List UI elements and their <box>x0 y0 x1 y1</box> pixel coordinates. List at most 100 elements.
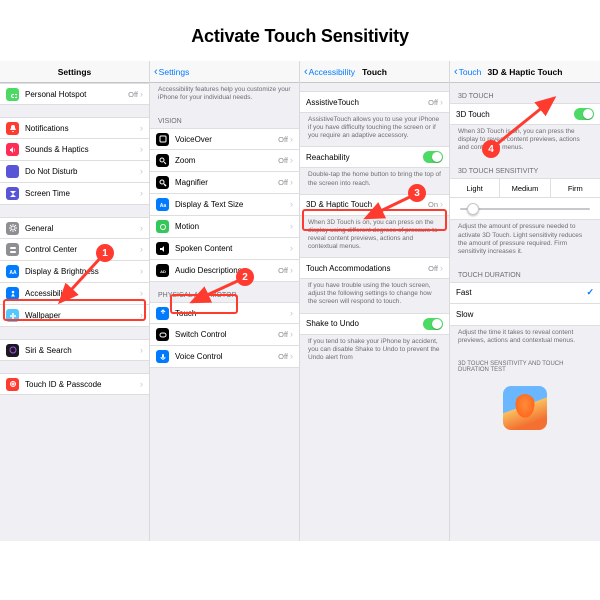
row-touch-accommodations[interactable]: Touch Accommodations Off › <box>300 257 449 279</box>
row-screen-time[interactable]: Screen Time› <box>0 183 149 205</box>
chevron-right-icon: › <box>140 380 143 389</box>
checkmark-icon: ✓ <box>586 287 594 298</box>
row-assistivetouch[interactable]: AssistiveTouch Off › <box>300 91 449 113</box>
sound-icon <box>6 143 19 156</box>
chevron-right-icon: › <box>290 244 293 253</box>
bell-icon <box>6 122 19 135</box>
chevron-left-icon: ‹ <box>154 67 158 78</box>
chevron-right-icon: › <box>290 156 293 165</box>
back-button[interactable]: ‹Accessibility <box>304 61 355 83</box>
row-control-center[interactable]: Control Center› <box>0 239 149 261</box>
header-sensitivity: 3D TOUCH SENSITIVITY <box>450 158 600 178</box>
note-touch-accommodations: If you have trouble using the touch scre… <box>300 279 449 312</box>
row-notifications[interactable]: Notifications› <box>0 117 149 139</box>
chevron-right-icon: › <box>440 264 443 273</box>
chevron-right-icon: › <box>140 124 143 133</box>
chevron-left-icon: ‹ <box>454 67 458 78</box>
motion-icon <box>156 220 169 233</box>
voice-icon <box>156 350 169 363</box>
row-3d-touch-toggle[interactable]: 3D Touch <box>450 103 600 125</box>
row-display-text-size[interactable]: AaDisplay & Text Size› <box>150 194 299 216</box>
note-sensitivity: Adjust the amount of pressure needed to … <box>450 220 600 262</box>
row-voiceover[interactable]: VoiceOverOff› <box>150 128 299 150</box>
svg-text:AA: AA <box>9 270 17 276</box>
row-magnifier[interactable]: MagnifierOff› <box>150 172 299 194</box>
chevron-right-icon: › <box>290 200 293 209</box>
chevron-right-icon: › <box>140 167 143 176</box>
row-shake-undo[interactable]: Shake to Undo <box>300 313 449 335</box>
segmented-sensitivity[interactable]: Light Medium Firm <box>450 178 600 198</box>
row-motion[interactable]: Motion› <box>150 216 299 238</box>
navbar-settings: Settings <box>0 61 149 83</box>
svg-text:AD: AD <box>160 269 166 274</box>
gear-icon <box>6 222 19 235</box>
flower-icon <box>6 309 19 322</box>
row-switch-control[interactable]: Switch ControlOff› <box>150 324 299 346</box>
row-display-brightness[interactable]: AADisplay & Brightness› <box>0 261 149 283</box>
header-duration: TOUCH DURATION <box>450 262 600 282</box>
chevron-right-icon: › <box>140 245 143 254</box>
touch-icon <box>156 307 169 320</box>
page-title: Activate Touch Sensitivity <box>0 0 600 61</box>
chevron-right-icon: › <box>140 346 143 355</box>
row-3d-haptic[interactable]: 3D & Haptic Touch On › <box>300 194 449 216</box>
chevron-right-icon: › <box>440 200 443 209</box>
toggle-shake-undo[interactable] <box>423 318 443 330</box>
chevron-right-icon: › <box>290 178 293 187</box>
row-touch-id-passcode[interactable]: Touch ID & Passcode› <box>0 373 149 395</box>
navbar-accessibility: ‹Settings <box>150 61 299 83</box>
annotation-3: 3 <box>408 184 426 202</box>
chevron-right-icon: › <box>140 145 143 154</box>
chevron-right-icon: › <box>290 352 293 361</box>
chevron-right-icon: › <box>140 90 143 99</box>
back-button[interactable]: ‹Touch <box>454 61 481 83</box>
header-vision: VISION <box>150 108 299 128</box>
chevron-right-icon: › <box>290 266 293 275</box>
vo-icon <box>156 133 169 146</box>
slider-sensitivity[interactable] <box>450 198 600 220</box>
header-3dtouch: 3D TOUCH <box>450 83 600 103</box>
row-audio-descriptions[interactable]: ADAudio DescriptionsOff› <box>150 260 299 282</box>
nav-title: Settings <box>58 67 92 77</box>
row-siri-search[interactable]: Siri & Search› <box>0 339 149 361</box>
annotation-4: 4 <box>482 140 500 158</box>
slider-thumb[interactable] <box>467 203 479 215</box>
test-preview-image[interactable] <box>503 386 547 430</box>
hourglass-icon <box>6 187 19 200</box>
row-slow[interactable]: Slow <box>450 304 600 326</box>
navbar-3d-haptic: ‹Touch 3D & Haptic Touch <box>450 61 600 83</box>
ad-icon: AD <box>156 264 169 277</box>
chevron-right-icon: › <box>140 267 143 276</box>
row-spoken-content[interactable]: Spoken Content› <box>150 238 299 260</box>
row-do-not-disturb[interactable]: Do Not Disturb› <box>0 161 149 183</box>
touchid-icon <box>6 378 19 391</box>
mag-icon <box>156 176 169 189</box>
row-wallpaper[interactable]: Wallpaper› <box>0 305 149 327</box>
row-personal-hotspot[interactable]: Personal HotspotOff› <box>0 83 149 105</box>
annotation-2: 2 <box>236 268 254 286</box>
note-duration: Adjust the time it takes to reveal conte… <box>450 326 600 351</box>
AA-icon: AA <box>6 265 19 278</box>
chevron-right-icon: › <box>140 289 143 298</box>
speak-icon <box>156 242 169 255</box>
row-reachability[interactable]: Reachability <box>300 146 449 168</box>
row-accessibility[interactable]: Accessibility› <box>0 283 149 305</box>
row-general[interactable]: General› <box>0 217 149 239</box>
row-fast[interactable]: Fast ✓ <box>450 282 600 304</box>
chevron-right-icon: › <box>440 98 443 107</box>
row-zoom[interactable]: ZoomOff› <box>150 150 299 172</box>
switches-icon <box>6 243 19 256</box>
row-sounds-haptics[interactable]: Sounds & Haptics› <box>0 139 149 161</box>
row-touch[interactable]: Touch› <box>150 302 299 324</box>
panel-accessibility: ‹Settings Accessibility features help yo… <box>150 61 300 541</box>
chevron-right-icon: › <box>290 135 293 144</box>
toggle-3d-touch[interactable] <box>574 108 594 120</box>
annotation-1: 1 <box>96 244 114 262</box>
note-reachability: Double-tap the home button to bring the … <box>300 168 449 193</box>
note-3d-touch: When 3D Touch is on, you can press the d… <box>450 125 600 158</box>
zoom-icon <box>156 154 169 167</box>
row-voice-control[interactable]: Voice ControlOff› <box>150 346 299 368</box>
note-assistivetouch: AssistiveTouch allows you to use your iP… <box>300 113 449 146</box>
toggle-reachability[interactable] <box>423 151 443 163</box>
back-button[interactable]: ‹Settings <box>154 61 189 83</box>
